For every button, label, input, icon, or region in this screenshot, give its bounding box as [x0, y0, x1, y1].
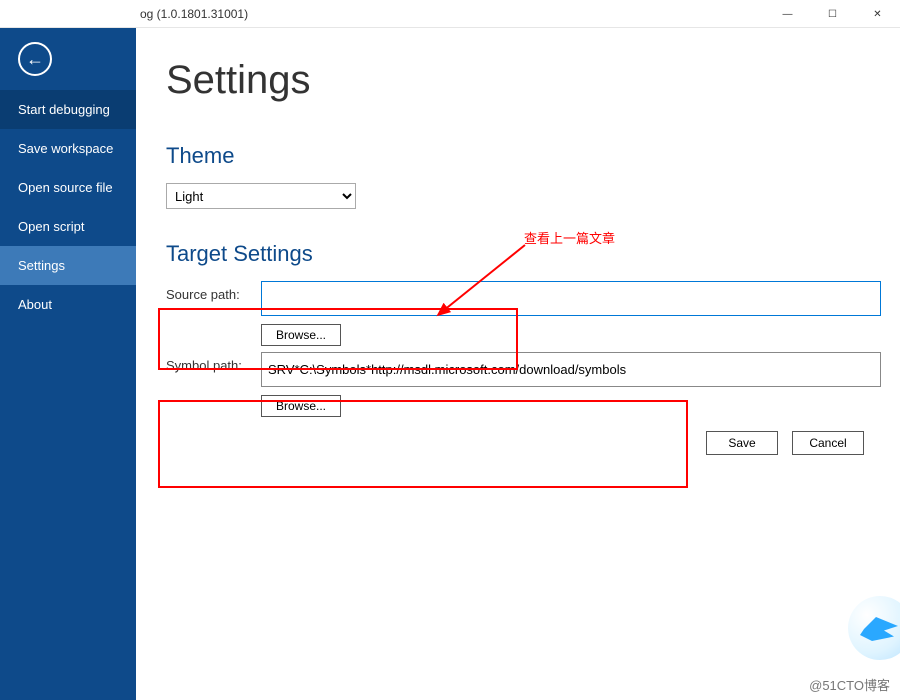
theme-section-title: Theme: [166, 143, 880, 169]
back-button[interactable]: ←: [18, 42, 52, 76]
sidebar-item-start-debugging[interactable]: Start debugging: [0, 90, 136, 129]
symbol-path-label: Symbol path:: [166, 352, 261, 373]
save-button[interactable]: Save: [706, 431, 778, 455]
theme-select[interactable]: Light: [166, 183, 356, 209]
close-button[interactable]: ✕: [855, 0, 900, 28]
content-area: Settings Theme Light Target Settings Sou…: [136, 28, 900, 700]
source-path-label: Source path:: [166, 281, 261, 302]
source-path-row: Source path: Browse...: [166, 281, 880, 346]
window-controls: — ☐ ✕: [765, 0, 900, 28]
symbol-path-input[interactable]: [261, 352, 881, 387]
action-row: Save Cancel: [166, 431, 880, 455]
window-titlebar: og (1.0.1801.31001) — ☐ ✕: [0, 0, 900, 28]
sidebar-item-about[interactable]: About: [0, 285, 136, 324]
sidebar-item-open-script[interactable]: Open script: [0, 207, 136, 246]
watermark-text: @51CTO博客: [809, 675, 890, 694]
target-settings-table: Source path: Browse... Symbol path: Brow…: [166, 281, 880, 417]
target-settings-section-title: Target Settings: [166, 241, 880, 267]
sidebar-item-settings[interactable]: Settings: [0, 246, 136, 285]
sidebar-item-save-workspace[interactable]: Save workspace: [0, 129, 136, 168]
minimize-button[interactable]: —: [765, 0, 810, 28]
window-title: og (1.0.1801.31001): [140, 7, 248, 21]
sidebar: ← Start debugging Save workspace Open so…: [0, 28, 136, 700]
source-path-input[interactable]: [261, 281, 881, 316]
symbol-path-row: Symbol path: Browse...: [166, 352, 880, 417]
symbol-path-browse-button[interactable]: Browse...: [261, 395, 341, 417]
back-arrow-icon: ←: [26, 50, 44, 68]
maximize-button[interactable]: ☐: [810, 0, 855, 28]
cancel-button[interactable]: Cancel: [792, 431, 864, 455]
source-path-browse-button[interactable]: Browse...: [261, 324, 341, 346]
back-row: ←: [0, 28, 136, 90]
page-title: Settings: [166, 58, 880, 103]
sidebar-item-open-source-file[interactable]: Open source file: [0, 168, 136, 207]
annotation-text: 查看上一篇文章: [524, 228, 615, 247]
bird-icon: [860, 614, 900, 644]
